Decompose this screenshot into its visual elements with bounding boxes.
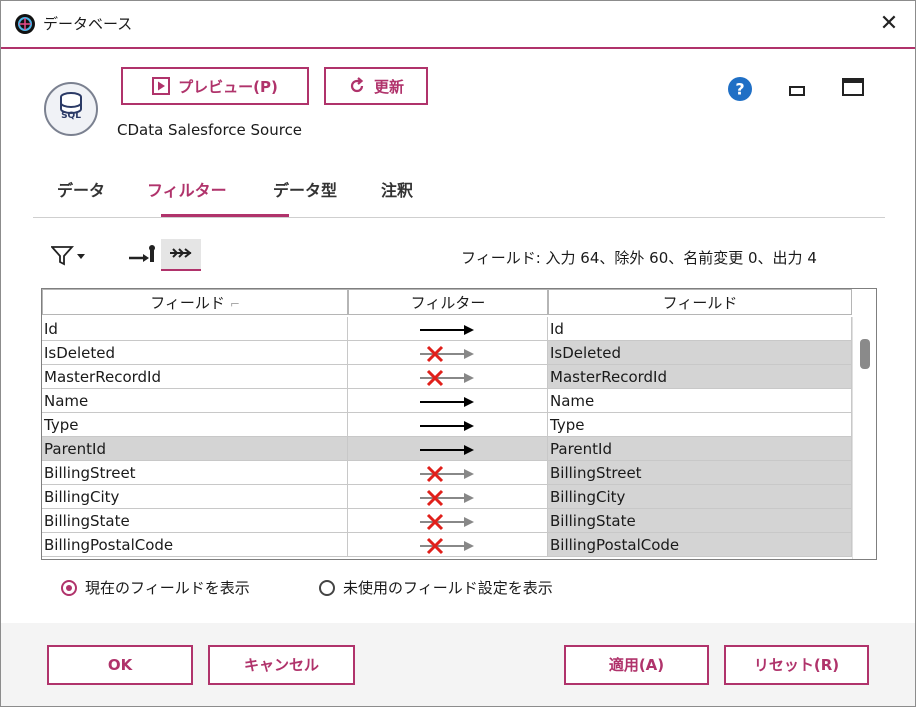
app-logo-icon (15, 14, 35, 34)
output-field-cell[interactable]: ParentId (548, 437, 852, 461)
filter-toggle-cell[interactable] (348, 461, 548, 485)
dialog-window: データベース ✕ SQL プレビュー(P) 更新 CData Salesforc… (0, 0, 916, 707)
excluded-arrow-icon (419, 537, 474, 554)
input-field-cell[interactable]: MasterRecordId (42, 365, 348, 389)
help-icon[interactable]: ? (728, 77, 752, 101)
header-input-field[interactable]: フィールド ⌐ (42, 289, 348, 315)
input-field-cell[interactable]: Id (42, 317, 348, 341)
pass-arrow-icon (419, 396, 474, 407)
filter-toggle-cell[interactable] (348, 509, 548, 533)
component-name: CData Salesforce Source (117, 121, 303, 139)
close-button[interactable]: ✕ (873, 9, 905, 39)
grid-row[interactable]: MasterRecordId MasterRecordId (42, 365, 852, 389)
active-tab-indicator (161, 214, 289, 217)
scrollbar-thumb[interactable] (860, 339, 870, 369)
vertical-scrollbar[interactable] (852, 317, 876, 559)
ok-button[interactable]: OK (47, 645, 193, 685)
tab-annotation[interactable]: 注釈 (381, 177, 413, 201)
filter-dropdown-icon[interactable] (51, 245, 87, 267)
pass-arrow-icon (419, 324, 474, 335)
output-field-cell[interactable]: MasterRecordId (548, 365, 852, 389)
filter-toggle-cell[interactable] (348, 413, 548, 437)
grid-row[interactable]: Id Id (42, 317, 852, 341)
apply-button[interactable]: 適用(A) (564, 645, 709, 685)
preview-button[interactable]: プレビュー(P) (121, 67, 309, 105)
show-current-fields-radio[interactable]: 現在のフィールドを表示 (61, 577, 250, 598)
grid-row[interactable]: BillingPostalCode BillingPostalCode (42, 533, 852, 557)
filter-toggle-cell[interactable] (348, 437, 548, 461)
output-field-cell[interactable]: BillingCity (548, 485, 852, 509)
maximize-icon[interactable] (842, 78, 864, 96)
grid-row[interactable]: Name Name (42, 389, 852, 413)
input-field-cell[interactable]: IsDeleted (42, 341, 348, 365)
excluded-arrow-icon (419, 489, 474, 506)
filter-toggle-cell[interactable] (348, 341, 548, 365)
cancel-button[interactable]: キャンセル (208, 645, 355, 685)
grid-row[interactable]: Type Type (42, 413, 852, 437)
radio-unselected-icon (319, 579, 335, 596)
input-field-cell[interactable]: ParentId (42, 437, 348, 461)
output-field-cell[interactable]: BillingState (548, 509, 852, 533)
filter-toggle-cell[interactable] (348, 485, 548, 509)
input-field-cell[interactable]: BillingState (42, 509, 348, 533)
filter-toggle-cell[interactable] (348, 365, 548, 389)
header-filter[interactable]: フィルター (348, 289, 548, 315)
pass-arrow-icon (419, 444, 474, 455)
pass-arrow-icon (419, 420, 474, 431)
input-field-cell[interactable]: Name (42, 389, 348, 413)
filter-toggle-cell[interactable] (348, 533, 548, 557)
output-field-cell[interactable]: IsDeleted (548, 341, 852, 365)
minimize-icon[interactable] (789, 86, 805, 96)
field-grid: フィールド ⌐ フィルター フィールド Id Id IsDeleted IsDelet… (41, 288, 877, 560)
grid-row[interactable]: BillingStreet BillingStreet (42, 461, 852, 485)
excluded-arrow-icon (419, 369, 474, 386)
sort-indicator-icon: ⌐ (229, 297, 240, 311)
filter-toggle-cell[interactable] (348, 389, 548, 413)
move-field-icon[interactable] (125, 239, 157, 271)
output-field-cell[interactable]: BillingStreet (548, 461, 852, 485)
svg-text:?: ? (735, 80, 744, 99)
reset-button[interactable]: リセット(R) (724, 645, 869, 685)
arrow-mode-button[interactable] (161, 239, 201, 271)
header-output-field[interactable]: フィールド (548, 289, 852, 315)
grid-row[interactable]: ParentId ParentId (42, 437, 852, 461)
input-field-cell[interactable]: BillingCity (42, 485, 348, 509)
grid-row[interactable]: BillingState BillingState (42, 509, 852, 533)
show-unused-fields-radio[interactable]: 未使用のフィールド設定を表示 (319, 577, 553, 598)
tab-filter[interactable]: フィルター (147, 177, 227, 201)
tab-data[interactable]: データ (57, 177, 105, 201)
output-field-cell[interactable]: Name (548, 389, 852, 413)
refresh-icon (348, 77, 366, 95)
excluded-arrow-icon (419, 513, 474, 530)
input-field-cell[interactable]: Type (42, 413, 348, 437)
sql-source-icon (44, 82, 98, 136)
filter-toggle-cell[interactable] (348, 317, 548, 341)
radio-selected-icon (61, 579, 77, 596)
sql-icon-label: SQL (61, 111, 81, 121)
grid-row[interactable]: BillingCity BillingCity (42, 485, 852, 509)
refresh-label: 更新 (373, 77, 404, 96)
title-bar: データベース ✕ (1, 1, 915, 49)
tab-data-type[interactable]: データ型 (273, 177, 337, 201)
play-icon (152, 77, 171, 95)
preview-label: プレビュー(P) (178, 77, 278, 96)
output-field-cell[interactable]: Id (548, 317, 852, 341)
excluded-arrow-icon (419, 465, 474, 482)
field-stats: フィールド: 入力 64、除外 60、名前変更 0、出力 4 (461, 249, 817, 267)
window-title: データベース (43, 15, 133, 33)
grid-row[interactable]: IsDeleted IsDeleted (42, 341, 852, 365)
input-field-cell[interactable]: BillingStreet (42, 461, 348, 485)
excluded-arrow-icon (419, 345, 474, 362)
input-field-cell[interactable]: BillingPostalCode (42, 533, 348, 557)
refresh-button[interactable]: 更新 (324, 67, 428, 105)
output-field-cell[interactable]: Type (548, 413, 852, 437)
multi-arrow-icon (170, 248, 192, 258)
output-field-cell[interactable]: BillingPostalCode (548, 533, 852, 557)
tab-bar: データ フィルター データ型 注釈 (33, 167, 885, 218)
